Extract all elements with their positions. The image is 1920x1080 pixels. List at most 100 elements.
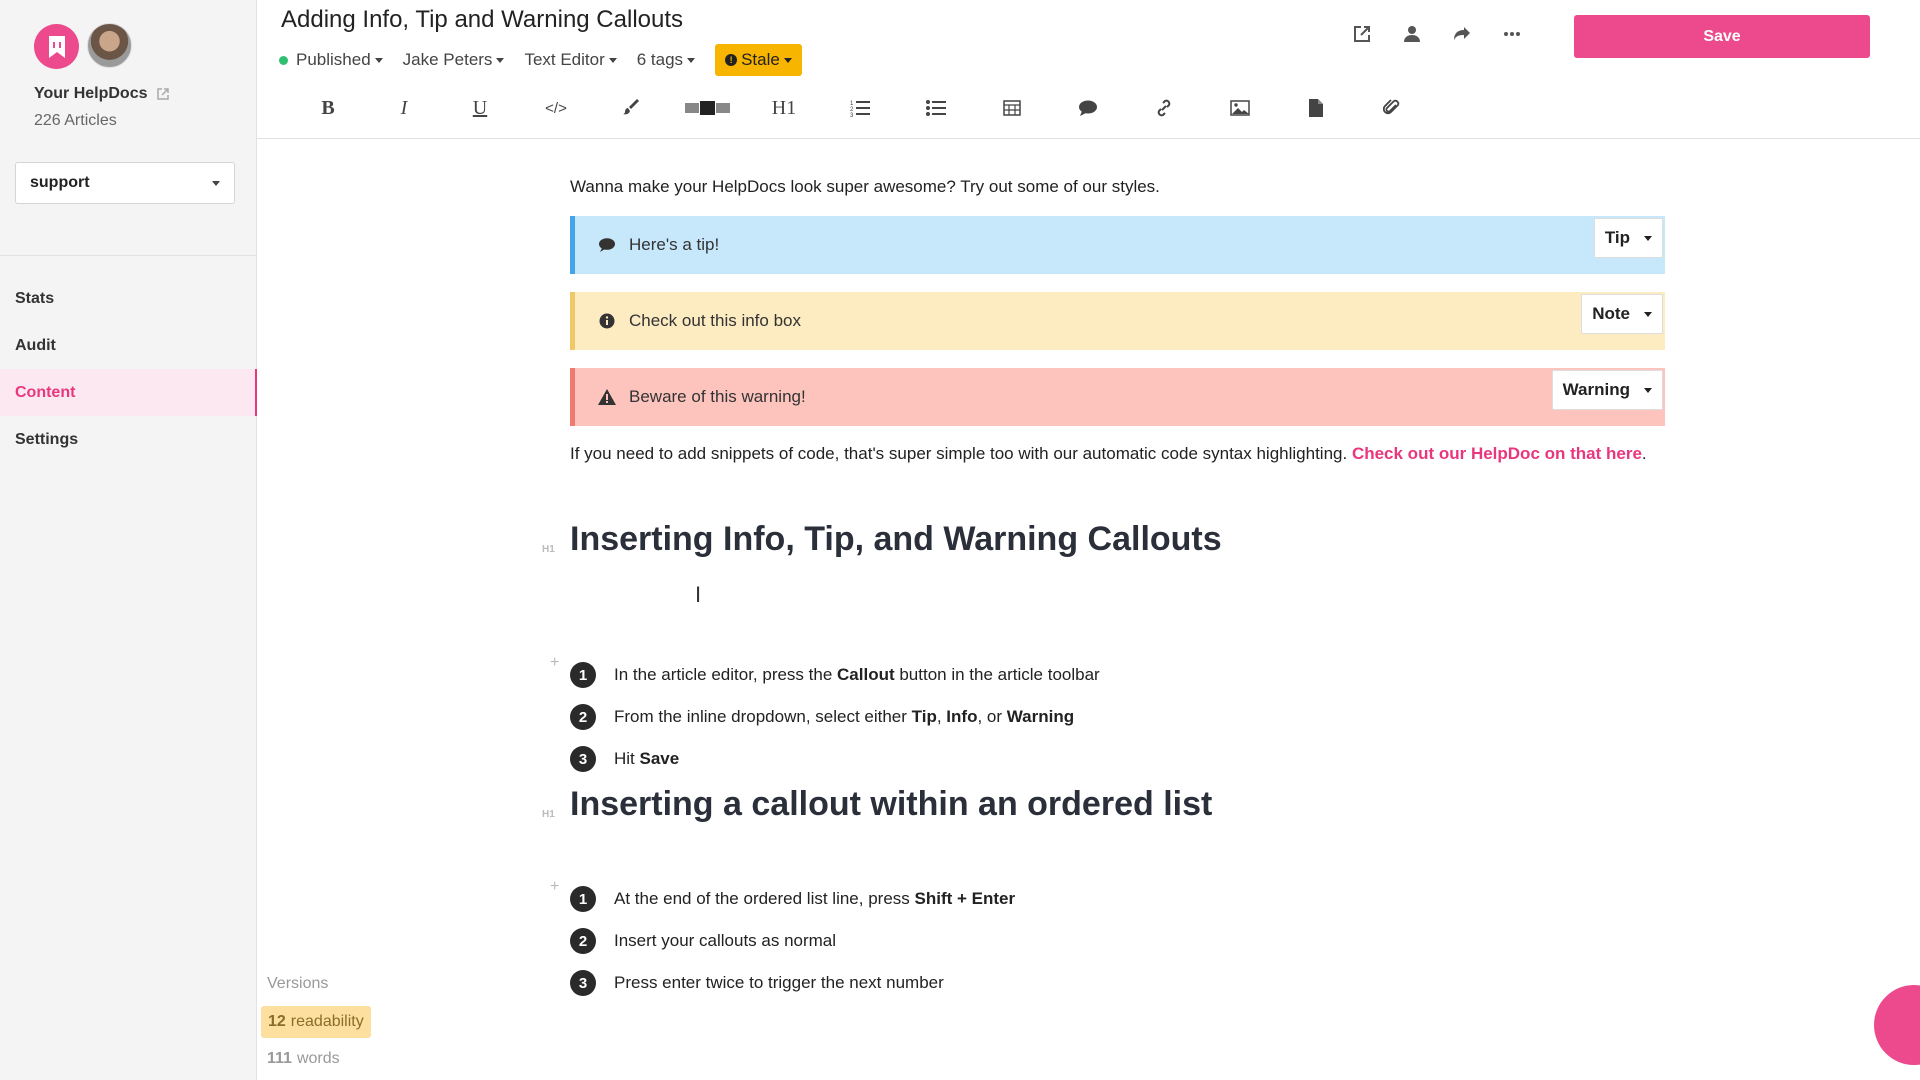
callout-note-text: Check out this info box — [629, 311, 801, 330]
comment-icon — [597, 237, 617, 253]
article-title[interactable]: Adding Info, Tip and Warning Callouts — [281, 6, 683, 34]
bold-run: Shift + Enter — [914, 889, 1016, 908]
workspace-select[interactable]: support — [15, 162, 235, 204]
more-icon — [1504, 32, 1520, 36]
chevron-down-icon — [783, 57, 792, 63]
text-run: From the inline dropdown, select either — [614, 707, 912, 726]
list-item: 3 Press enter twice to trigger the next … — [570, 962, 1015, 1004]
sidebar-item-settings[interactable]: Settings — [0, 416, 257, 463]
text-run: , or — [977, 707, 1007, 726]
list-number: 2 — [570, 928, 596, 954]
list-number: 2 — [570, 704, 596, 730]
alert-icon: ! — [725, 54, 738, 66]
published-check-icon — [279, 55, 288, 65]
toolbar-divider — [257, 138, 1920, 139]
list-text: In the article editor, press the Callout… — [614, 665, 1100, 685]
underline-icon: U — [472, 96, 488, 119]
comment-icon — [1079, 100, 1097, 116]
brand-link[interactable]: Your HelpDocs — [34, 85, 170, 103]
chevron-down-icon — [212, 180, 220, 186]
add-block-icon[interactable]: + — [550, 878, 559, 896]
helpdocs-logo[interactable] — [34, 24, 79, 69]
file-icon — [1309, 99, 1323, 117]
link-button[interactable] — [1126, 92, 1202, 124]
sidebar-item-content[interactable]: Content — [0, 369, 257, 416]
heading-button[interactable]: H1 — [746, 92, 822, 124]
highlight-button[interactable] — [594, 92, 670, 124]
bold-button[interactable]: B — [290, 92, 366, 124]
text-cursor-icon: I — [695, 582, 702, 607]
more-button[interactable] — [1500, 22, 1524, 46]
ordered-list-button[interactable]: 123 — [822, 92, 898, 124]
table-button[interactable] — [974, 92, 1050, 124]
list-item: 3 Hit Save — [570, 738, 1100, 780]
chevron-down-icon — [1644, 235, 1652, 241]
attachment-button[interactable] — [1354, 92, 1430, 124]
header-actions — [1350, 22, 1524, 46]
readability-value: 12 — [268, 1013, 286, 1030]
divider — [0, 255, 257, 256]
callout-button[interactable] — [1050, 92, 1126, 124]
share-button[interactable] — [1450, 22, 1474, 46]
readability-badge[interactable]: 12 readability — [261, 1006, 371, 1038]
callout-type-dropdown[interactable]: Tip — [1593, 218, 1663, 258]
editor-toolbar: B I U </> H1 123 — [290, 92, 1430, 124]
bold-run: Warning — [1006, 707, 1075, 726]
versions-link[interactable]: Versions — [267, 975, 328, 993]
text-color-button[interactable] — [670, 92, 746, 124]
external-link-icon — [1354, 26, 1370, 42]
callout-type-dropdown[interactable]: Note — [1581, 294, 1663, 334]
list-number: 1 — [570, 886, 596, 912]
file-button[interactable] — [1278, 92, 1354, 124]
callout-note[interactable]: Check out this info box Note — [570, 292, 1665, 350]
bullet-list-button[interactable] — [898, 92, 974, 124]
italic-icon: I — [400, 96, 408, 119]
callout-warning[interactable]: Beware of this warning! Warning — [570, 368, 1665, 426]
snippet-paragraph: If you need to add snippets of code, tha… — [570, 442, 1665, 466]
underline-button[interactable]: U — [442, 92, 518, 124]
save-button[interactable]: Save — [1574, 15, 1870, 58]
sidebar-nav: Stats Audit Content Settings — [0, 275, 257, 463]
heading-icon: H1 — [771, 96, 797, 119]
list-item: 1 In the article editor, press the Callo… — [570, 654, 1100, 696]
stale-badge[interactable]: ! Stale — [715, 44, 802, 76]
editor-mode-dropdown[interactable]: Text Editor — [524, 50, 617, 70]
list-item: 1 At the end of the ordered list line, p… — [570, 878, 1015, 920]
snippet-text: If you need to add snippets of code, tha… — [570, 444, 1352, 463]
image-button[interactable] — [1202, 92, 1278, 124]
user-button[interactable] — [1400, 22, 1424, 46]
user-avatar[interactable] — [87, 23, 132, 68]
callout-type-dropdown[interactable]: Warning — [1551, 370, 1663, 410]
bold-run: Info — [946, 707, 978, 726]
sidebar-item-audit[interactable]: Audit — [0, 322, 257, 369]
heading-tag: H1 — [542, 809, 555, 820]
heading-ordered-list: Inserting a callout within an ordered li… — [570, 785, 1213, 823]
open-external-button[interactable] — [1350, 22, 1374, 46]
chevron-down-icon — [1644, 311, 1652, 317]
bold-run: Save — [639, 749, 680, 768]
callout-warning-text: Beware of this warning! — [629, 387, 806, 406]
bold-icon: B — [321, 96, 335, 119]
readability-label: readability — [290, 1013, 364, 1030]
italic-button[interactable]: I — [366, 92, 442, 124]
tags-dropdown[interactable]: 6 tags — [637, 50, 696, 70]
code-button[interactable]: </> — [518, 92, 594, 124]
callout-type-value: Warning — [1562, 380, 1630, 399]
chevron-down-icon — [608, 57, 617, 63]
add-block-icon[interactable]: + — [550, 654, 559, 672]
warning-icon — [597, 389, 617, 405]
helpdoc-link[interactable]: Check out our HelpDoc on that here — [1352, 444, 1642, 463]
chevron-down-icon — [687, 57, 696, 63]
editor-mode-value: Text Editor — [524, 50, 605, 69]
bookmark-logo-icon — [48, 35, 65, 58]
sidebar-item-stats[interactable]: Stats — [0, 275, 257, 322]
text-run: Hit — [614, 749, 640, 768]
link-icon — [1157, 99, 1171, 117]
callout-tip[interactable]: Here's a tip! Tip — [570, 216, 1665, 274]
workspace-value: support — [30, 174, 90, 191]
external-link-icon — [156, 88, 169, 100]
article-meta: Published Jake Peters Text Editor 6 tags… — [279, 44, 802, 76]
author-dropdown[interactable]: Jake Peters — [403, 50, 505, 70]
status-dropdown[interactable]: Published — [279, 50, 383, 70]
help-chat-button[interactable] — [1874, 985, 1920, 1065]
